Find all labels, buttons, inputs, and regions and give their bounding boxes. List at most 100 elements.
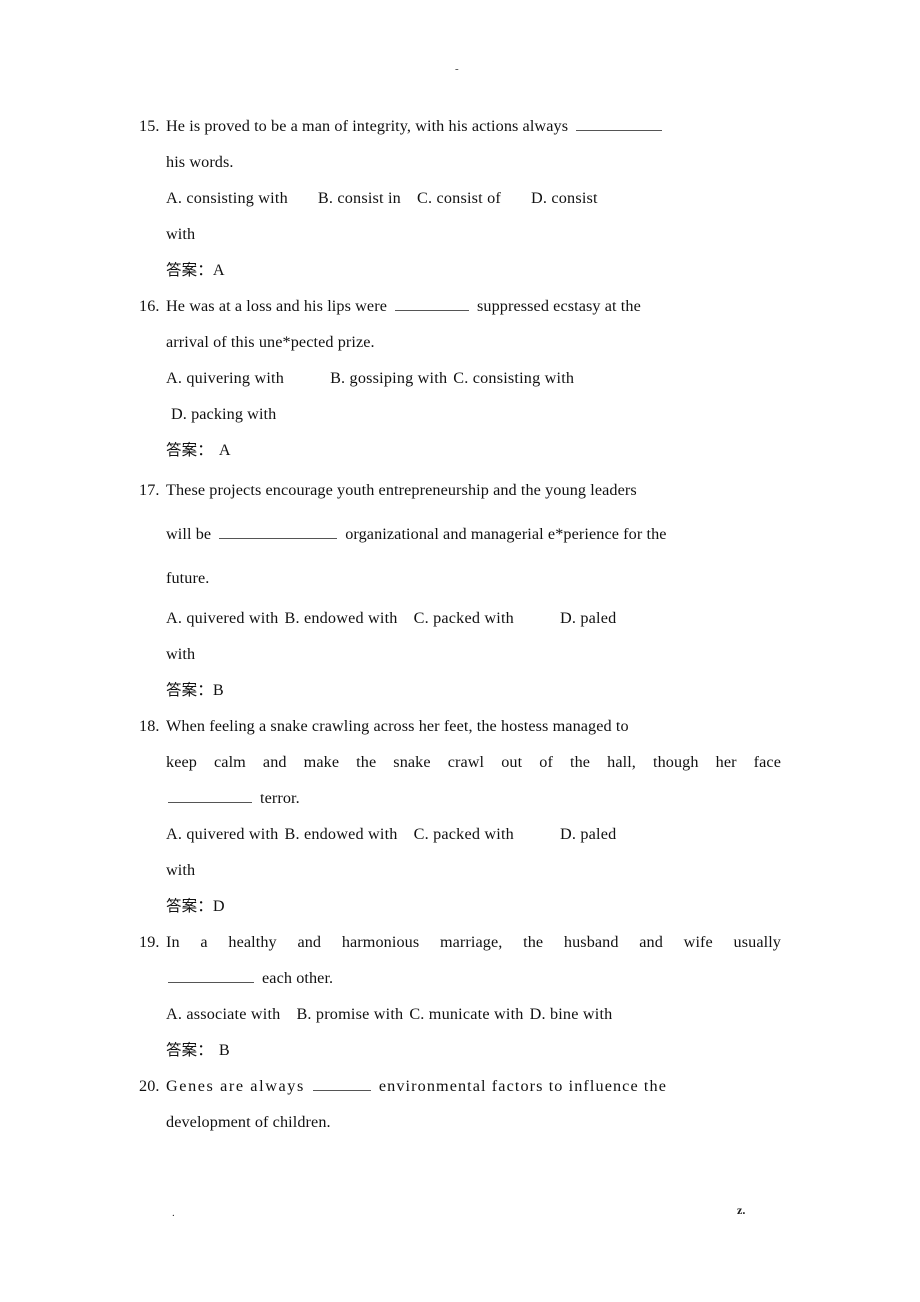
question-16-stem-line-2: arrival of this une*pected prize. bbox=[139, 324, 784, 360]
question-20-stem-line-1: 20. Genes are always environmental factors… bbox=[139, 1068, 784, 1104]
question-17-blank bbox=[219, 523, 338, 539]
question-block-17: 17. These projects encourage youth entrep… bbox=[139, 468, 784, 708]
question-17-option-b[interactable]: B. endowed with bbox=[284, 609, 397, 627]
question-17-option-a[interactable]: A. quivered with bbox=[166, 609, 278, 627]
question-18-options-line-2: with bbox=[139, 852, 784, 888]
question-17-stem-text-3: future. bbox=[166, 569, 210, 587]
question-17-stem-line-1: 17. These projects encourage youth entrep… bbox=[139, 468, 784, 512]
question-18-option-d[interactable]: D. paled bbox=[560, 825, 616, 843]
question-19-number: 19. bbox=[139, 933, 160, 951]
question-15-stem-line-2: his words. bbox=[139, 144, 784, 180]
question-15-option-d[interactable]: D. consist bbox=[531, 189, 598, 207]
question-16-options-line-1: A. quivering with B. gossiping with C. con… bbox=[139, 360, 784, 396]
question-20-stem-text: Genes are always bbox=[166, 1077, 305, 1095]
question-block-16: 16. He was at a loss and his lips were sup… bbox=[139, 288, 784, 468]
question-15-options-line-2: with bbox=[139, 216, 784, 252]
question-16-options-line-2: D. packing with bbox=[139, 396, 784, 432]
question-18-option-b[interactable]: B. endowed with bbox=[284, 825, 397, 843]
question-15-option-a[interactable]: A. consisting with bbox=[166, 189, 288, 207]
question-15-option-b[interactable]: B. consist in bbox=[318, 189, 401, 207]
question-20-blank bbox=[312, 1075, 371, 1091]
question-15-blank bbox=[576, 115, 663, 131]
question-17-option-c[interactable]: C. packed with bbox=[414, 609, 514, 627]
question-15-answer-value: A bbox=[212, 261, 225, 279]
question-20-stem-line-2: development of children. bbox=[139, 1104, 784, 1140]
question-20-number: 20. bbox=[139, 1077, 160, 1095]
question-17-stem-text-2a: will be bbox=[166, 525, 212, 543]
question-18-stem-text-2: keep calm and make the snake crawl out o… bbox=[166, 753, 781, 771]
question-16-stem-text-2: arrival of this une*pected prize. bbox=[166, 333, 375, 351]
question-15-stem-text: He is proved to be a man of integrity, w… bbox=[166, 117, 569, 135]
question-15-stem-line-1: 15. He is proved to be a man of integrity… bbox=[139, 108, 784, 144]
question-19-stem-text: In a healthy and harmonious marriage, th… bbox=[166, 933, 781, 951]
question-18-number: 18. bbox=[139, 717, 160, 735]
question-17-stem-text: These projects encourage youth entrepren… bbox=[166, 481, 637, 499]
question-16-number: 16. bbox=[139, 297, 160, 315]
question-17-options-line-2: with bbox=[139, 636, 784, 672]
question-15-option-c[interactable]: C. consist of bbox=[417, 189, 501, 207]
question-15-options-line-1: A. consisting with B. consist in C. consis… bbox=[139, 180, 784, 216]
question-19-stem-line-2: each other. bbox=[139, 960, 784, 996]
question-19-blank bbox=[168, 967, 254, 983]
question-19-answer-line: 答案： B bbox=[139, 1032, 784, 1068]
question-15-number: 15. bbox=[139, 117, 160, 135]
question-17-answer-line: 答案：B bbox=[139, 672, 784, 708]
page-header-mark: - bbox=[455, 63, 459, 75]
question-16-option-b[interactable]: B. gossiping with bbox=[330, 369, 447, 387]
question-16-option-a[interactable]: A. quivering with bbox=[166, 369, 284, 387]
question-block-19: 19. In a healthy and harmonious marriage,… bbox=[139, 924, 784, 1068]
question-16-stem-text-b: suppressed ecstasy at the bbox=[476, 297, 641, 315]
question-20-stem-text-b: environmental factors to influence the bbox=[378, 1077, 667, 1095]
question-19-option-a[interactable]: A. associate with bbox=[166, 1005, 280, 1023]
question-block-15: 15. He is proved to be a man of integrity… bbox=[139, 108, 784, 288]
question-15-option-d-wrap: with bbox=[166, 225, 196, 243]
question-18-option-d-wrap: with bbox=[166, 861, 196, 879]
question-15-stem-text-2: his words. bbox=[166, 153, 234, 171]
question-16-answer-value: A bbox=[218, 441, 231, 459]
question-17-answer-value: B bbox=[212, 681, 224, 699]
question-19-stem-line-1: 19. In a healthy and harmonious marriage,… bbox=[139, 924, 784, 960]
question-17-option-d[interactable]: D. paled bbox=[560, 609, 616, 627]
question-19-option-b[interactable]: B. promise with bbox=[296, 1005, 403, 1023]
question-19-stem-text-2: each other. bbox=[262, 969, 334, 987]
page-footer-right-mark: z. bbox=[737, 1203, 746, 1217]
question-18-option-c[interactable]: C. packed with bbox=[414, 825, 514, 843]
question-18-stem-text: When feeling a snake crawling across her… bbox=[166, 717, 629, 735]
question-17-stem-text-2b: organizational and managerial e*perience… bbox=[345, 525, 667, 543]
answer-label: 答案： bbox=[166, 897, 213, 915]
question-16-option-c[interactable]: C. consisting with bbox=[453, 369, 574, 387]
document-page: - 15. He is proved to be a man of integri… bbox=[0, 0, 920, 1302]
question-17-stem-line-2: will be organizational and managerial e*p… bbox=[139, 512, 784, 556]
document-body: 15. He is proved to be a man of integrity… bbox=[139, 108, 784, 1140]
question-18-options-line-1: A. quivered with B. endowed with C. packed… bbox=[139, 816, 784, 852]
question-19-option-d[interactable]: D. bine with bbox=[530, 1005, 613, 1023]
question-block-20: 20. Genes are always environmental factors… bbox=[139, 1068, 784, 1140]
question-16-stem-line-1: 16. He was at a loss and his lips were sup… bbox=[139, 288, 784, 324]
question-18-answer-line: 答案：D bbox=[139, 888, 784, 924]
question-16-option-d[interactable]: D. packing with bbox=[171, 405, 276, 423]
answer-label: 答案： bbox=[166, 1041, 213, 1059]
question-18-stem-line-1: 18. When feeling a snake crawling across … bbox=[139, 708, 784, 744]
question-block-18: 18. When feeling a snake crawling across … bbox=[139, 708, 784, 924]
question-16-answer-line: 答案： A bbox=[139, 432, 784, 468]
question-17-option-d-wrap: with bbox=[166, 645, 196, 663]
question-18-answer-value: D bbox=[212, 897, 225, 915]
answer-label: 答案： bbox=[166, 441, 213, 459]
question-18-blank bbox=[168, 787, 252, 803]
question-19-option-c[interactable]: C. municate with bbox=[409, 1005, 523, 1023]
question-19-answer-value: B bbox=[218, 1041, 230, 1059]
question-17-stem-line-3: future. bbox=[139, 556, 784, 600]
question-18-option-a[interactable]: A. quivered with bbox=[166, 825, 278, 843]
question-18-stem-line-2: keep calm and make the snake crawl out o… bbox=[139, 744, 784, 780]
question-18-stem-line-3: terror. bbox=[139, 780, 784, 816]
answer-label: 答案： bbox=[166, 261, 213, 279]
question-18-stem-text-3: terror. bbox=[260, 789, 300, 807]
question-17-options-line-1: A. quivered with B. endowed with C. packed… bbox=[139, 600, 784, 636]
question-19-options-line-1: A. associate with B. promise with C. munic… bbox=[139, 996, 784, 1032]
answer-label: 答案： bbox=[166, 681, 213, 699]
question-17-number: 17. bbox=[139, 481, 160, 499]
page-footer-left-mark: . bbox=[172, 1207, 175, 1219]
question-15-answer-line: 答案：A bbox=[139, 252, 784, 288]
question-20-stem-text-2: development of children. bbox=[166, 1113, 331, 1131]
question-16-stem-text: He was at a loss and his lips were bbox=[166, 297, 387, 315]
